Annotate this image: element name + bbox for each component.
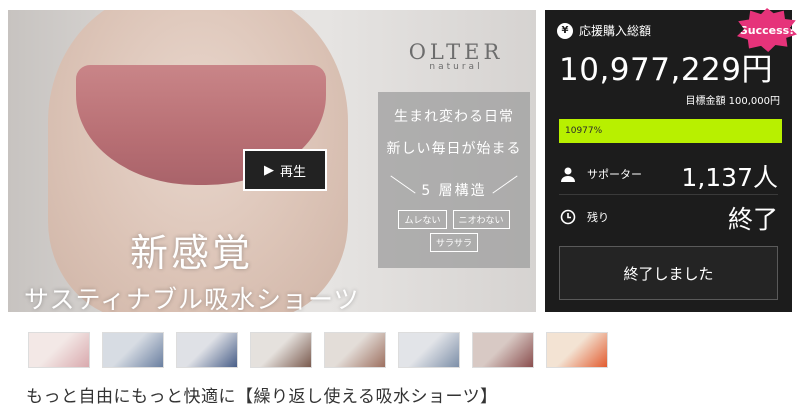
goal-amount: 目標金額 100,000円 [685, 96, 780, 107]
hero-subheadline: サスティナブル吸水ショーツ [24, 285, 360, 312]
supporters-value: 1,137人 [681, 163, 778, 192]
panel-line-1: 生まれ変わる日常 [394, 109, 514, 125]
user-icon [559, 165, 577, 183]
thumb-campaign[interactable] [546, 332, 608, 368]
amount-label: 応援購入総額 [579, 24, 652, 38]
thumb-group-models-2[interactable] [176, 332, 238, 368]
hero-headline: 新感覚 [130, 231, 254, 275]
project-title: もっと自由にもっと快適に【繰り返し使える吸水ショーツ】 [26, 387, 498, 407]
tag-2: ニオわない [452, 210, 510, 229]
progress-label: 10977% [565, 126, 603, 136]
progress-bar: 10977% [559, 119, 782, 143]
panel-structure-text: 5 層構造 [421, 183, 487, 199]
divider [559, 194, 778, 195]
tag-1: ムレない [398, 210, 447, 229]
hero-image: OLTER natural 生まれ変わる日常 新しい毎日が始まる 5 層構造 ム… [8, 10, 536, 312]
thumb-models-3[interactable] [250, 332, 312, 368]
supporters-label: サポーター [587, 168, 642, 181]
panel-divider-left [390, 175, 416, 194]
brand-name: OLTER [408, 40, 504, 64]
total-amount: 10,977,229円 [559, 52, 773, 88]
funding-sidebar: ¥ 応援購入総額 10,977,229円 目標金額 100,000円 10977… [545, 10, 792, 312]
tag-3: サラサラ [429, 233, 478, 252]
panel-divider-right [492, 175, 518, 194]
play-label: 再生 [279, 164, 306, 180]
thumb-group-models-1[interactable] [102, 332, 164, 368]
thumbnail-strip [28, 332, 608, 368]
brand-logo: OLTER natural [406, 40, 506, 72]
thumb-models-4[interactable] [324, 332, 386, 368]
remaining-row: 残り [559, 208, 609, 226]
thumb-models-6[interactable] [472, 332, 534, 368]
play-video-button[interactable]: ▶ 再生 [243, 149, 327, 191]
remaining-value: 終了 [727, 205, 778, 234]
remaining-label: 残り [587, 211, 609, 224]
supporters-row: サポーター [559, 165, 642, 183]
yen-icon: ¥ [557, 22, 573, 39]
amount-label-row: ¥ 応援購入総額 [557, 22, 651, 39]
thumb-models-5[interactable] [398, 332, 460, 368]
panel-structure-label: 5 層構造 [378, 175, 530, 200]
play-icon: ▶ [263, 162, 274, 178]
thumb-pink-shorts[interactable] [28, 332, 90, 368]
ended-button[interactable]: 終了しました [559, 246, 778, 300]
feature-tags: ムレない ニオわない サラサラ [378, 210, 530, 252]
feature-panel: 生まれ変わる日常 新しい毎日が始まる 5 層構造 ムレない ニオわない サラサラ [378, 92, 530, 268]
panel-line-2: 新しい毎日が始まる [386, 141, 522, 157]
clock-icon [559, 208, 577, 226]
